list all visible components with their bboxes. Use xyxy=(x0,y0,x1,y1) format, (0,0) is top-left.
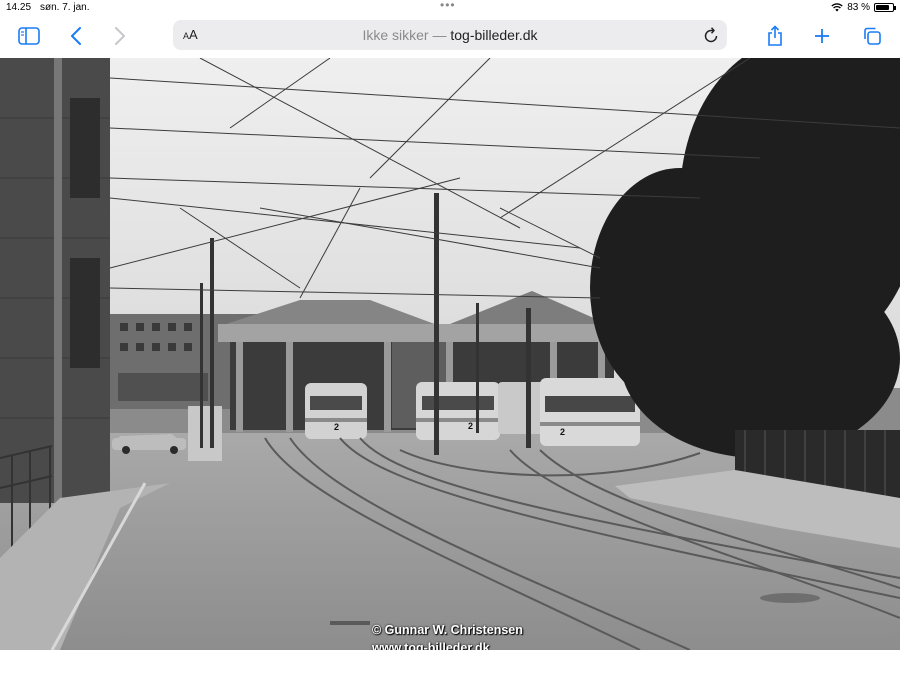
tram-number-middle: 2 xyxy=(468,421,473,431)
status-bar: 14.25 søn. 7. jan. ••• 83 % xyxy=(0,0,900,16)
tram-number-left: 2 xyxy=(334,422,339,432)
status-date: søn. 7. jan. xyxy=(40,2,90,13)
domain-label: tog-billeder.dk xyxy=(450,27,538,43)
sidebar-icon[interactable] xyxy=(15,22,43,50)
reload-icon[interactable] xyxy=(703,26,719,49)
share-icon[interactable] xyxy=(761,22,789,50)
tram-middle xyxy=(416,382,500,440)
watermark-url: www.tog-billeder.dk xyxy=(372,641,490,650)
watermark-copyright: © Gunnar W. Christensen xyxy=(372,623,523,637)
forward-icon[interactable] xyxy=(106,22,134,50)
status-time: 14.25 xyxy=(6,2,32,13)
security-label: Ikke sikker — xyxy=(362,27,447,43)
address-bar[interactable]: AAAA Ikke sikker — tog-billeder.dk xyxy=(173,20,727,50)
battery-icon xyxy=(874,3,896,12)
status-right: 83 % xyxy=(831,2,896,13)
tram-depot-photo: 2 2 2 © Gunnar W. Christensen www.tog-bi… xyxy=(0,58,900,650)
battery-percent: 83 % xyxy=(847,2,870,13)
multitasking-dots-icon[interactable]: ••• xyxy=(440,0,456,12)
new-tab-icon[interactable] xyxy=(808,22,836,50)
tram-number-right: 2 xyxy=(560,427,565,437)
photo-watermark: © Gunnar W. Christensen www.tog-billeder… xyxy=(372,621,523,650)
url-text[interactable]: Ikke sikker — tog-billeder.dk xyxy=(173,27,727,43)
tabs-overview-icon[interactable] xyxy=(858,22,886,50)
reader-options-button[interactable]: AAAA xyxy=(183,27,198,42)
photo-scene: 2 2 2 xyxy=(0,58,900,650)
browser-toolbar: AAAA Ikke sikker — tog-billeder.dk xyxy=(0,16,900,58)
back-icon[interactable] xyxy=(62,22,90,50)
wifi-icon xyxy=(831,3,843,12)
